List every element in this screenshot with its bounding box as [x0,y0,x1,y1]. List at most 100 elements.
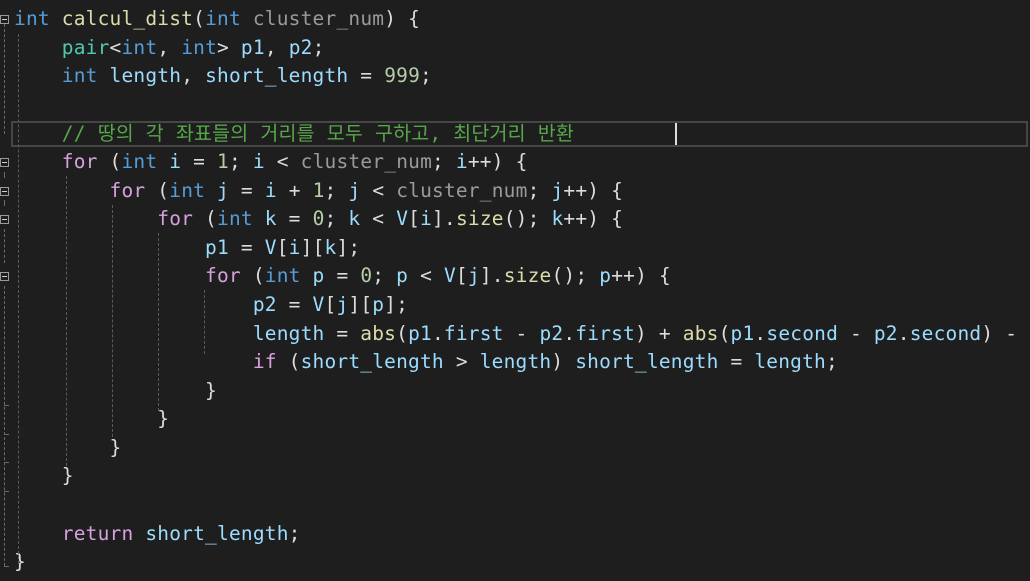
code-token: ++) { [467,150,528,173]
code-token: for [61,150,98,173]
code-line[interactable]: } [14,548,26,576]
code-token: for [205,264,241,287]
code-token: ; [312,36,325,59]
fold-line [4,229,5,263]
code-line[interactable]: int calcul_dist(int cluster_num) { [14,5,420,33]
code-token: } [14,407,170,430]
code-token: = [324,264,361,287]
indent-guide [112,205,113,437]
collapse-icon[interactable] [0,187,9,196]
code-token: size [503,264,552,287]
code-token: if [252,350,277,373]
code-line[interactable]: return short_length; [14,520,301,548]
code-token: k [551,207,564,230]
code-line[interactable]: pair<int, int> p1, p2; [14,34,325,62]
code-token: = [276,207,313,230]
code-token: int [169,179,206,202]
code-token: int [121,36,158,59]
code-line[interactable]: int length, short_length = 999; [14,62,432,90]
code-token: ++) { [563,179,624,202]
code-token: . [754,322,767,345]
code-token: j [348,179,361,202]
code-token: p [372,293,385,316]
code-token: ( [396,322,409,345]
code-token: short_length [205,64,349,87]
code-token: p1 [205,236,229,259]
code-token: 999 [384,64,421,87]
code-token: k [264,207,277,230]
code-token: ]; [336,236,361,259]
code-token: p2 [252,293,277,316]
code-token: i [169,150,182,173]
code-token: < [360,207,397,230]
code-token: ++) { [563,207,624,230]
code-token: ( [145,179,170,202]
code-line[interactable]: for (int k = 0; k < V[i].size(); k++) { [14,205,623,233]
code-token: short_length [300,350,444,373]
code-token: j [336,293,349,316]
code-line[interactable]: } [14,405,169,433]
code-token: for [109,179,146,202]
code-token: p2 [288,36,313,59]
collapse-icon[interactable] [0,158,9,167]
code-token: (); [503,207,552,230]
code-token: , [264,36,289,59]
code-line[interactable]: // 땅의 각 좌표들의 거리를 모두 구하고, 최단거리 반환 [14,120,574,148]
indent-guide [158,233,159,411]
code-token: cluster_num [252,7,385,30]
code-line[interactable]: p2 = V[j][p]; [14,291,408,319]
code-token: ) + [634,322,683,345]
code-token: [ [455,264,468,287]
code-line[interactable]: } [14,434,122,462]
code-token: cluster_num [300,150,433,173]
code-token: ; [527,179,552,202]
fold-end-marker [4,405,9,406]
code-line[interactable]: } [14,462,74,490]
code-token: > [443,350,480,373]
code-token: V [443,264,456,287]
code-token: p [599,264,612,287]
code-token: < [360,179,397,202]
code-token: int [121,150,158,173]
code-line[interactable]: for (int j = i + 1; j < cluster_num; j++… [14,177,623,205]
code-line[interactable]: for (int i = 1; i < cluster_num; i++) { [14,148,528,176]
code-token: ( [193,207,217,230]
code-token: ( [240,264,265,287]
code-token: ) [551,350,576,373]
code-token: int [205,7,241,30]
code-token: ; [420,64,432,87]
code-token: ][ [300,236,325,259]
code-editor[interactable]: int calcul_dist(int cluster_num) { pair<… [0,0,1030,581]
code-token: ( [97,150,122,173]
code-token: } [14,379,217,402]
code-token: ( [193,7,206,30]
code-token: short_length [145,522,289,545]
code-line[interactable]: if (short_length > length) short_length … [14,348,838,376]
text-caret [675,123,677,145]
code-token: = [228,236,265,259]
collapse-icon[interactable] [0,15,9,24]
collapse-icon[interactable] [0,215,9,224]
fold-line [4,24,5,134]
code-line[interactable]: length = abs(p1.first - p2.first) + abs(… [14,320,1030,348]
code-token: k [348,207,361,230]
collapse-icon[interactable] [0,272,9,281]
code-token: ; [825,350,838,373]
code-token: int [181,36,218,59]
code-token: p1 [240,36,265,59]
code-token: ; [229,150,253,173]
fold-line [4,172,5,178]
code-token: j [551,179,564,202]
code-line[interactable]: } [14,377,217,405]
code-token: cluster_num [396,179,528,202]
code-token: = [324,322,361,345]
indent-guide [18,34,19,564]
